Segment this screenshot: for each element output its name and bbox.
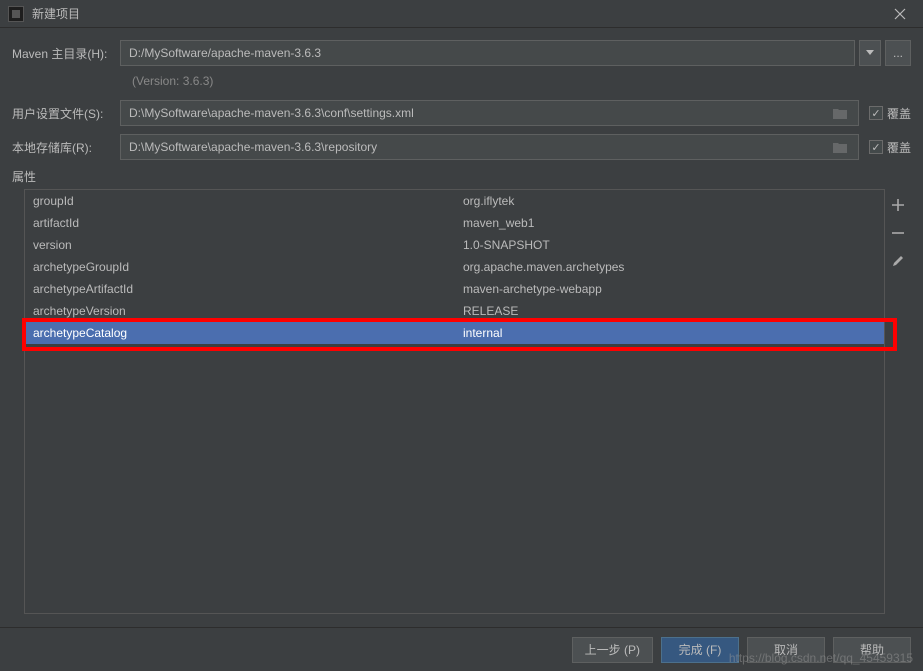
repo-override-label: 覆盖 — [887, 139, 911, 156]
prop-key: archetypeCatalog — [33, 326, 463, 340]
maven-version-text: (Version: 3.6.3) — [132, 74, 911, 88]
prop-value: RELEASE — [463, 304, 876, 318]
properties-actions — [885, 189, 911, 614]
maven-home-input[interactable]: D:/MySoftware/apache-maven-3.6.3 — [120, 40, 855, 66]
prop-key: version — [33, 238, 463, 252]
table-row[interactable]: archetypeArtifactId maven-archetype-weba… — [25, 278, 884, 300]
properties-section-label: 属性 — [12, 168, 911, 185]
folder-icon[interactable] — [830, 106, 850, 120]
edit-button[interactable] — [888, 251, 908, 271]
prop-value: internal — [463, 326, 876, 340]
dialog-content: Maven 主目录(H): D:/MySoftware/apache-maven… — [0, 28, 923, 614]
prop-key: archetypeVersion — [33, 304, 463, 318]
prop-value: org.iflytek — [463, 194, 876, 208]
maven-home-label: Maven 主目录(H): — [12, 45, 120, 62]
close-button[interactable] — [885, 0, 915, 28]
settings-override-checkbox[interactable] — [869, 106, 883, 120]
settings-override-wrap: 覆盖 — [869, 105, 911, 122]
table-row[interactable]: version 1.0-SNAPSHOT — [25, 234, 884, 256]
prop-value: maven-archetype-webapp — [463, 282, 876, 296]
table-row[interactable]: groupId org.iflytek — [25, 190, 884, 212]
titlebar: 新建项目 — [0, 0, 923, 28]
dialog-footer: 上一步 (P) 完成 (F) 取消 帮助 — [0, 627, 923, 671]
maven-home-dropdown[interactable] — [859, 40, 881, 66]
settings-file-label: 用户设置文件(S): — [12, 105, 120, 122]
settings-file-value: D:\MySoftware\apache-maven-3.6.3\conf\se… — [129, 106, 414, 120]
maven-home-browse-button[interactable]: ... — [885, 40, 911, 66]
cancel-button[interactable]: 取消 — [747, 637, 825, 663]
prop-key: groupId — [33, 194, 463, 208]
prop-key: artifactId — [33, 216, 463, 230]
settings-file-row: 用户设置文件(S): D:\MySoftware\apache-maven-3.… — [12, 100, 911, 126]
prop-key: archetypeGroupId — [33, 260, 463, 274]
maven-home-row: Maven 主目录(H): D:/MySoftware/apache-maven… — [12, 40, 911, 66]
add-button[interactable] — [888, 195, 908, 215]
window-title: 新建项目 — [32, 5, 885, 22]
previous-button[interactable]: 上一步 (P) — [572, 637, 653, 663]
properties-table[interactable]: groupId org.iflytek artifactId maven_web… — [24, 189, 885, 614]
prop-value: maven_web1 — [463, 216, 876, 230]
folder-icon[interactable] — [830, 140, 850, 154]
table-row[interactable]: archetypeCatalog internal — [25, 322, 884, 344]
maven-home-value: D:/MySoftware/apache-maven-3.6.3 — [129, 46, 321, 60]
repo-override-checkbox[interactable] — [869, 140, 883, 154]
repo-input[interactable]: D:\MySoftware\apache-maven-3.6.3\reposit… — [120, 134, 859, 160]
properties-panel: groupId org.iflytek artifactId maven_web… — [24, 189, 911, 614]
table-row[interactable]: archetypeGroupId org.apache.maven.archet… — [25, 256, 884, 278]
prop-value: org.apache.maven.archetypes — [463, 260, 876, 274]
repo-label: 本地存储库(R): — [12, 139, 120, 156]
prop-key: archetypeArtifactId — [33, 282, 463, 296]
table-row[interactable]: archetypeVersion RELEASE — [25, 300, 884, 322]
repo-row: 本地存储库(R): D:\MySoftware\apache-maven-3.6… — [12, 134, 911, 160]
repo-override-wrap: 覆盖 — [869, 139, 911, 156]
help-button[interactable]: 帮助 — [833, 637, 911, 663]
prop-value: 1.0-SNAPSHOT — [463, 238, 876, 252]
settings-override-label: 覆盖 — [887, 105, 911, 122]
repo-value: D:\MySoftware\apache-maven-3.6.3\reposit… — [129, 140, 377, 154]
finish-button[interactable]: 完成 (F) — [661, 637, 739, 663]
settings-file-input[interactable]: D:\MySoftware\apache-maven-3.6.3\conf\se… — [120, 100, 859, 126]
remove-button[interactable] — [888, 223, 908, 243]
app-icon — [8, 6, 24, 22]
table-row[interactable]: artifactId maven_web1 — [25, 212, 884, 234]
